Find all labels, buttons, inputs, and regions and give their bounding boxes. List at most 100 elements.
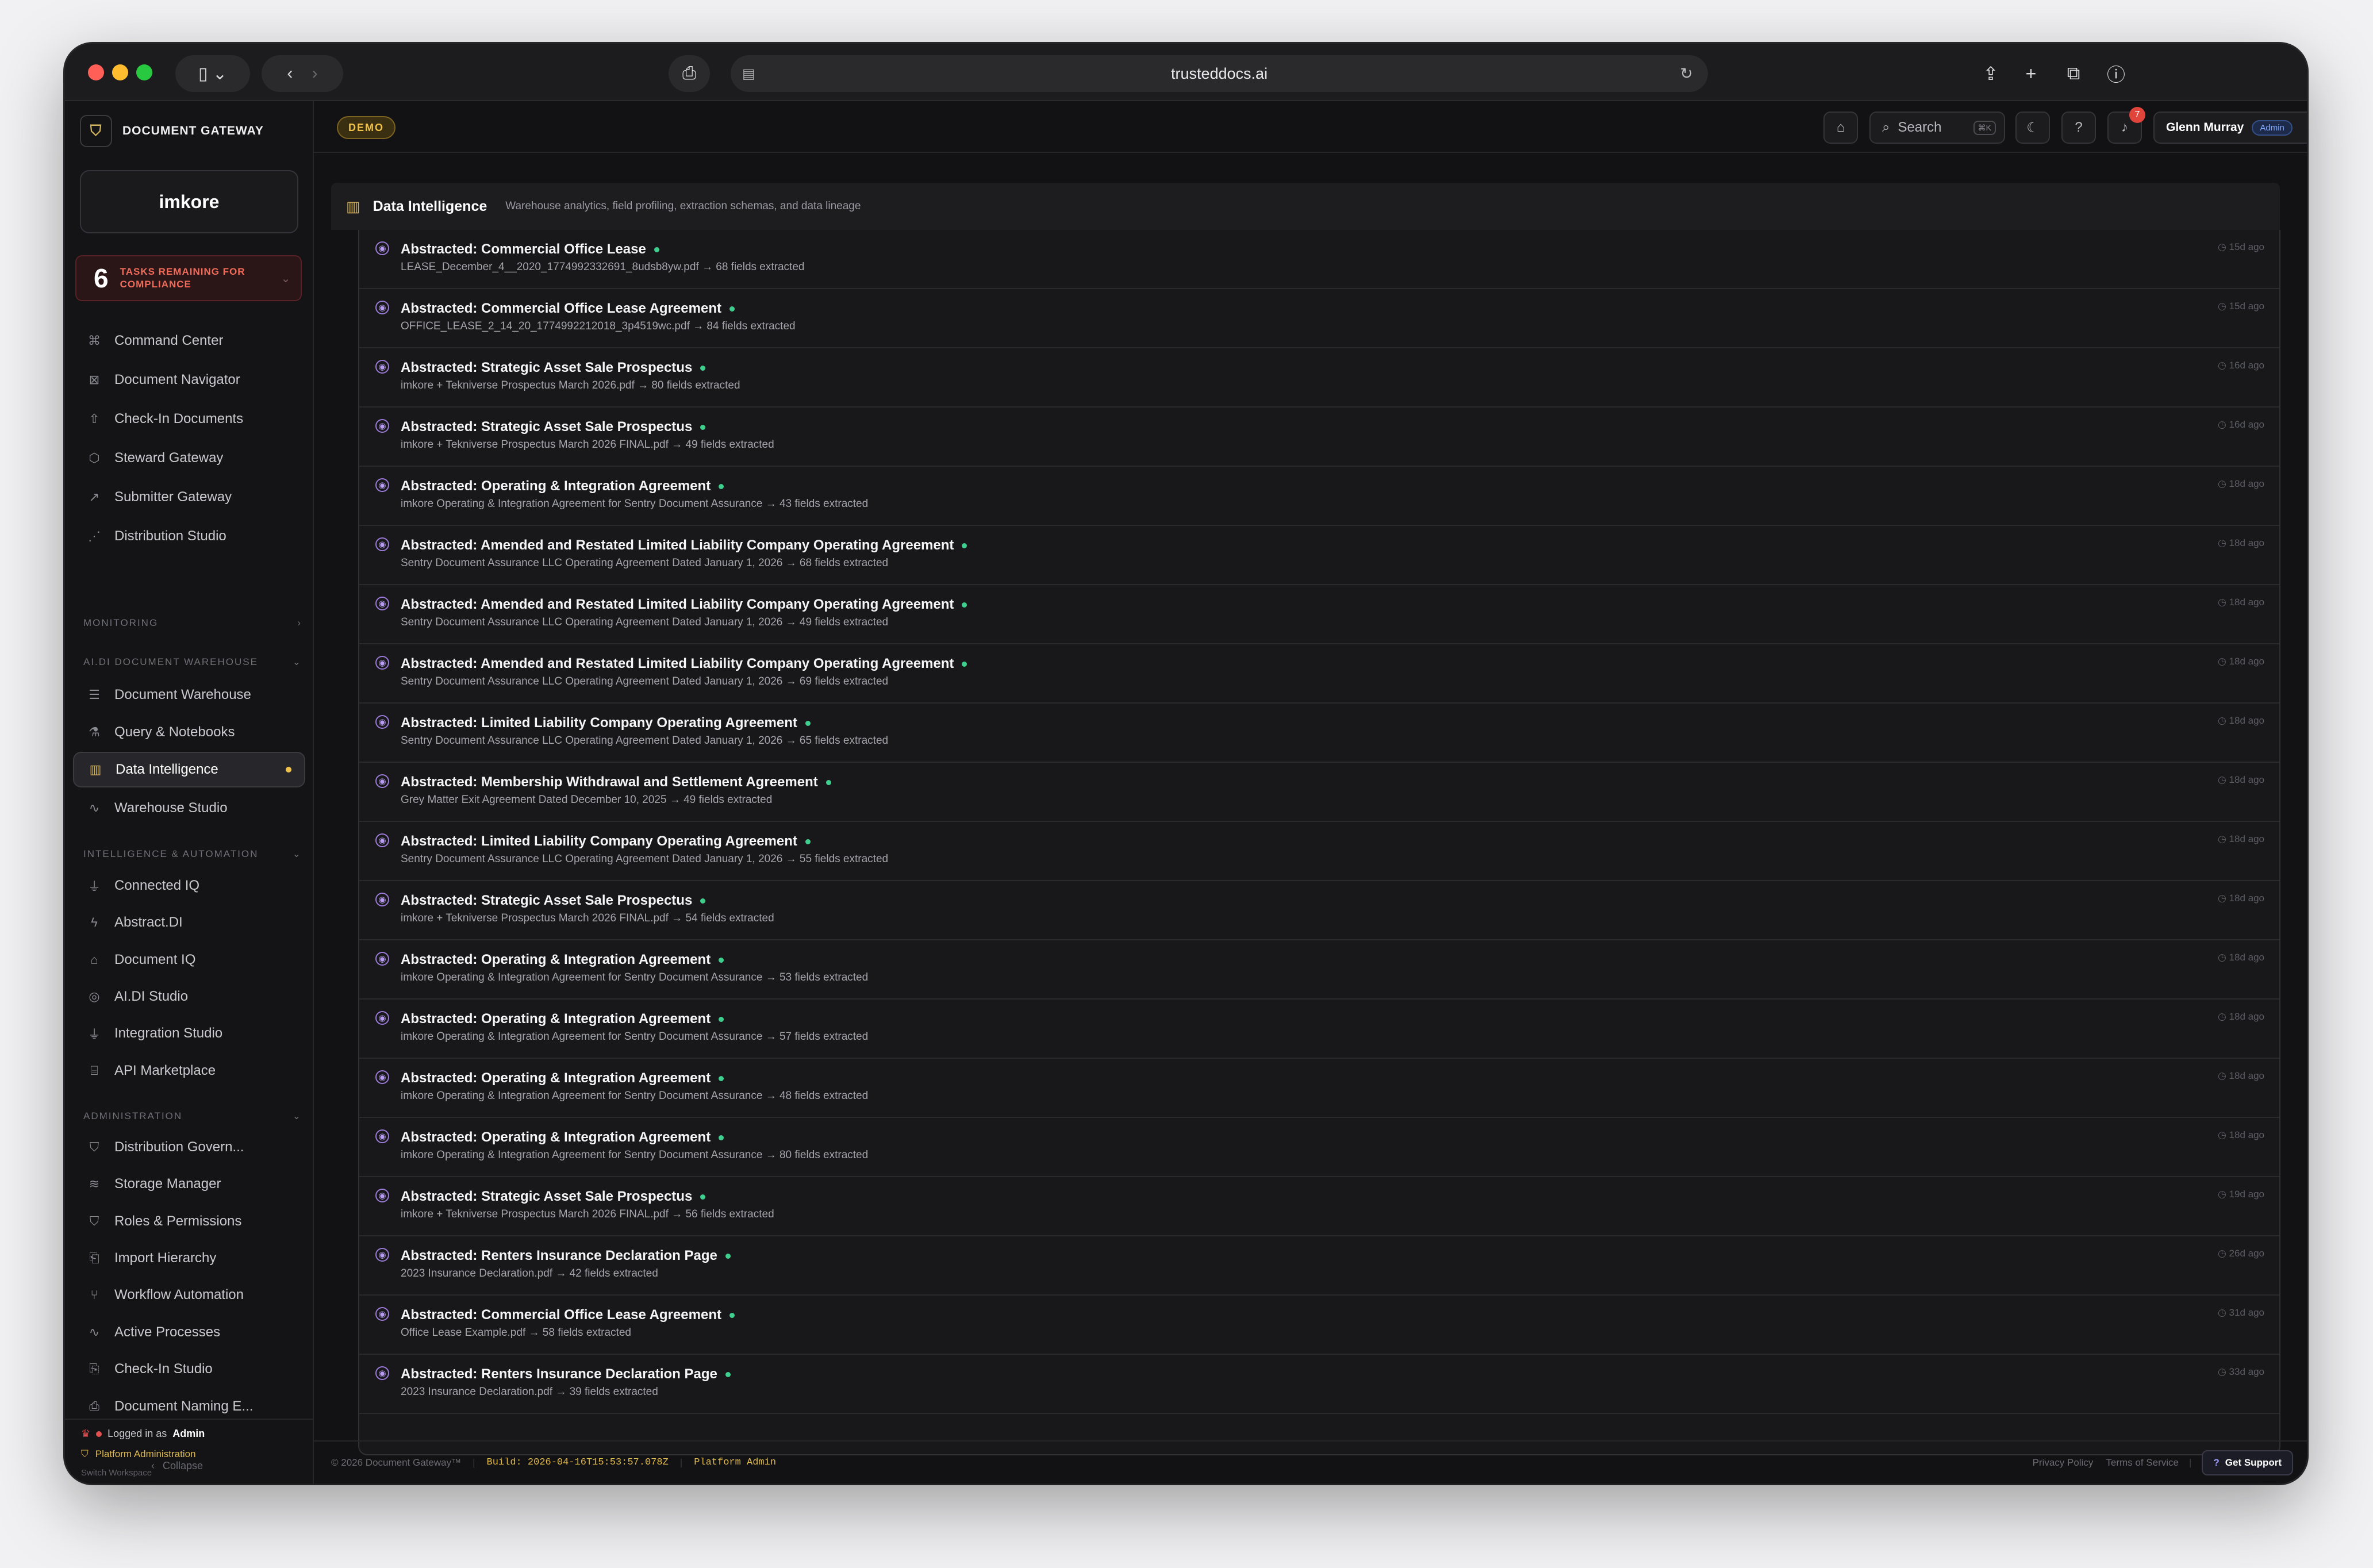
list-item[interactable]: ◉ Abstracted: Operating & Integration Agr…	[359, 940, 2279, 1000]
navigator-icon: ⊠	[89, 372, 100, 387]
file-icon: ⎘	[89, 1362, 99, 1376]
switch-workspace-link[interactable]: Switch Workspace	[81, 1468, 152, 1478]
item-title: Abstracted: Operating & Integration Agre…	[401, 1070, 724, 1086]
item-timestamp: ◷ 26d ago	[2217, 1248, 2264, 1259]
clock-icon: ◷	[2217, 1129, 2229, 1140]
reader-button[interactable]: ⎙	[669, 55, 710, 92]
list-item[interactable]: ◉ Abstracted: Strategic Asset Sale Prospe…	[359, 348, 2279, 408]
nav-integration-studio[interactable]: ⏚ Integration Studio	[73, 1016, 305, 1051]
brain-icon: ◉	[375, 1189, 389, 1202]
nav-warehouse-studio[interactable]: ∿ Warehouse Studio	[73, 790, 305, 826]
list-item[interactable]: ◉ Abstracted: Commercial Office Lease LEAS…	[359, 230, 2279, 289]
minimize-window-button[interactable]	[112, 64, 128, 80]
nav-data-intelligence[interactable]: ▥ Data Intelligence	[73, 752, 305, 787]
nav-distribution-studio[interactable]: ⋰ Distribution Studio	[73, 518, 305, 554]
nav-command-center[interactable]: ⌘ Command Center	[73, 323, 305, 359]
list-item[interactable]: ◉ Abstracted: Membership Withdrawal and S…	[359, 763, 2279, 822]
compliance-tasks-banner[interactable]: 6 TASKS REMAINING FOR COMPLIANCE ⌄	[75, 255, 302, 301]
workspace-logo[interactable]: imkore	[80, 170, 298, 233]
help-button[interactable]: ?	[2061, 112, 2096, 144]
zoom-window-button[interactable]	[136, 64, 152, 80]
list-item[interactable]: ◉ Abstracted: Amended and Restated Limite…	[359, 585, 2279, 644]
section-administration[interactable]: ADMINISTRATION ⌄	[83, 1110, 302, 1122]
tasks-count: 6	[94, 263, 109, 293]
section-warehouse[interactable]: AI.DI DOCUMENT WAREHOUSE ⌄	[83, 656, 302, 668]
nav-steward-gateway[interactable]: ⬡ Steward Gateway	[73, 440, 305, 476]
nav-document-iq[interactable]: ⌂ Document IQ	[73, 942, 305, 978]
nav-abstract-di[interactable]: ϟ Abstract.DI	[73, 905, 305, 940]
list-item[interactable]: ◉ Abstracted: Operating & Integration Agr…	[359, 1000, 2279, 1059]
list-item[interactable]: ◉ Abstracted: Commercial Office Lease Agr…	[359, 1296, 2279, 1355]
notifications-button[interactable]: ♪ 7	[2107, 107, 2145, 144]
list-item[interactable]: ◉ Abstracted: Operating & Integration Agr…	[359, 1118, 2279, 1177]
list-item[interactable]: ◉ Abstracted: Limited Liability Company O…	[359, 822, 2279, 881]
list-item[interactable]: ◉ Abstracted: Commercial Office Lease Agr…	[359, 289, 2279, 348]
address-bar[interactable]: ▤ trusteddocs.ai ↻	[731, 55, 1708, 92]
info-icon[interactable]: ⓘ	[2098, 55, 2134, 92]
brain-icon: ◉	[375, 597, 389, 610]
list-item[interactable]: ◉ Abstracted: Limited Liability Company O…	[359, 704, 2279, 763]
sidebar-toggle-button[interactable]: ▯ ⌄	[175, 55, 250, 92]
back-icon[interactable]: ‹	[287, 64, 293, 83]
item-title: Abstracted: Amended and Restated Limited…	[401, 597, 967, 613]
list-item[interactable]: ◉ Abstracted: Strategic Asset Sale Prospe…	[359, 408, 2279, 467]
nav-storage-manager[interactable]: ≋ Storage Manager	[73, 1166, 305, 1202]
list-item[interactable]: ◉ Abstracted: Amended and Restated Limite…	[359, 644, 2279, 704]
nav-import-hierarchy[interactable]: ⎗ Import Hierarchy	[73, 1240, 305, 1276]
nav-label: Document IQ	[114, 952, 196, 967]
app-brand[interactable]: ⛉ DOCUMENT GATEWAY	[80, 110, 264, 152]
nav-roles-permissions[interactable]: ⛉ Roles & Permissions	[73, 1204, 305, 1239]
section-monitoring[interactable]: MONITORING ›	[83, 617, 302, 629]
share-icon[interactable]: ⇪	[1972, 55, 2009, 92]
brain-icon: ◉	[375, 1307, 389, 1321]
get-support-button[interactable]: ? Get Support	[2202, 1450, 2293, 1475]
list-item[interactable]: ◉ Abstracted: Renters Insurance Declarati…	[359, 1355, 2279, 1414]
item-timestamp: ◷ 33d ago	[2217, 1366, 2264, 1377]
nav-api-marketplace[interactable]: ⌸ API Marketplace	[73, 1053, 305, 1089]
nav-distribution-governance[interactable]: ⛉ Distribution Govern...	[73, 1129, 305, 1165]
nav-label: Storage Manager	[114, 1176, 221, 1192]
close-window-button[interactable]	[88, 64, 104, 80]
terms-link[interactable]: Terms of Service	[2106, 1457, 2179, 1469]
nav-workflow-automation[interactable]: ⑂ Workflow Automation	[73, 1277, 305, 1313]
page-settings-icon[interactable]: ▤	[742, 66, 755, 82]
user-menu[interactable]: Glenn Murray Admin ⚙	[2153, 112, 2307, 144]
list-item[interactable]: ◉ Abstracted: Operating & Integration Agr…	[359, 467, 2279, 526]
brain-icon: ◉	[375, 1011, 389, 1025]
item-timestamp: ◷ 18d ago	[2217, 1129, 2264, 1140]
platform-admin-link[interactable]: ⛉ Platform Administration	[81, 1448, 196, 1460]
list-item[interactable]: ◉ Abstracted: Operating & Integration Agr…	[359, 1059, 2279, 1118]
nav-aidi-studio[interactable]: ◎ AI.DI Studio	[73, 979, 305, 1014]
nav-check-in-documents[interactable]: ⇧ Check-In Documents	[73, 401, 305, 437]
nav-submitter-gateway[interactable]: ↗ Submitter Gateway	[73, 479, 305, 515]
list-item[interactable]: ◉ Abstracted: Amended and Restated Limite…	[359, 526, 2279, 585]
nav-query-notebooks[interactable]: ⚗ Query & Notebooks	[73, 714, 305, 750]
nav-document-warehouse[interactable]: ☰ Document Warehouse	[73, 677, 305, 713]
nav-document-navigator[interactable]: ⊠ Document Navigator	[73, 362, 305, 398]
status-dot	[654, 247, 659, 253]
search-button[interactable]: ⌕ Search ⌘K	[1869, 112, 2005, 144]
nav-active-processes[interactable]: ∿ Active Processes	[73, 1315, 305, 1350]
platform-admin-label: Platform Administration	[95, 1448, 196, 1459]
history-nav[interactable]: ‹ ›	[262, 55, 343, 92]
privacy-policy-link[interactable]: Privacy Policy	[2033, 1457, 2094, 1469]
robot-icon: ⌂	[1836, 120, 1845, 135]
item-subtitle: imkore Operating & Integration Agreement…	[401, 1090, 869, 1102]
reload-icon[interactable]: ↻	[1680, 65, 1693, 83]
item-timestamp: ◷ 18d ago	[2217, 893, 2264, 904]
nav-label: Integration Studio	[114, 1025, 223, 1041]
brain-icon: ◉	[375, 301, 389, 314]
collapse-button[interactable]: ‹ Collapse	[151, 1460, 203, 1472]
nav-connected-iq[interactable]: ⏚ Connected IQ	[73, 868, 305, 904]
forward-icon[interactable]: ›	[312, 64, 318, 83]
theme-toggle-button[interactable]: ☾	[2015, 112, 2050, 144]
new-tab-icon[interactable]: +	[2013, 55, 2049, 92]
list-item[interactable]: ◉ Abstracted: Strategic Asset Sale Prospe…	[359, 1177, 2279, 1236]
extraction-activity-list: ◉ Abstracted: Commercial Office Lease LEAS…	[358, 230, 2280, 1455]
nav-check-in-studio[interactable]: ⎘ Check-In Studio	[73, 1351, 305, 1387]
tabs-overview-icon[interactable]: ⧉	[2055, 55, 2092, 92]
assistant-button[interactable]: ⌂	[1823, 112, 1858, 144]
list-item[interactable]: ◉ Abstracted: Renters Insurance Declarati…	[359, 1236, 2279, 1296]
section-intelligence[interactable]: INTELLIGENCE & AUTOMATION ⌄	[83, 848, 302, 860]
list-item[interactable]: ◉ Abstracted: Strategic Asset Sale Prospe…	[359, 881, 2279, 940]
